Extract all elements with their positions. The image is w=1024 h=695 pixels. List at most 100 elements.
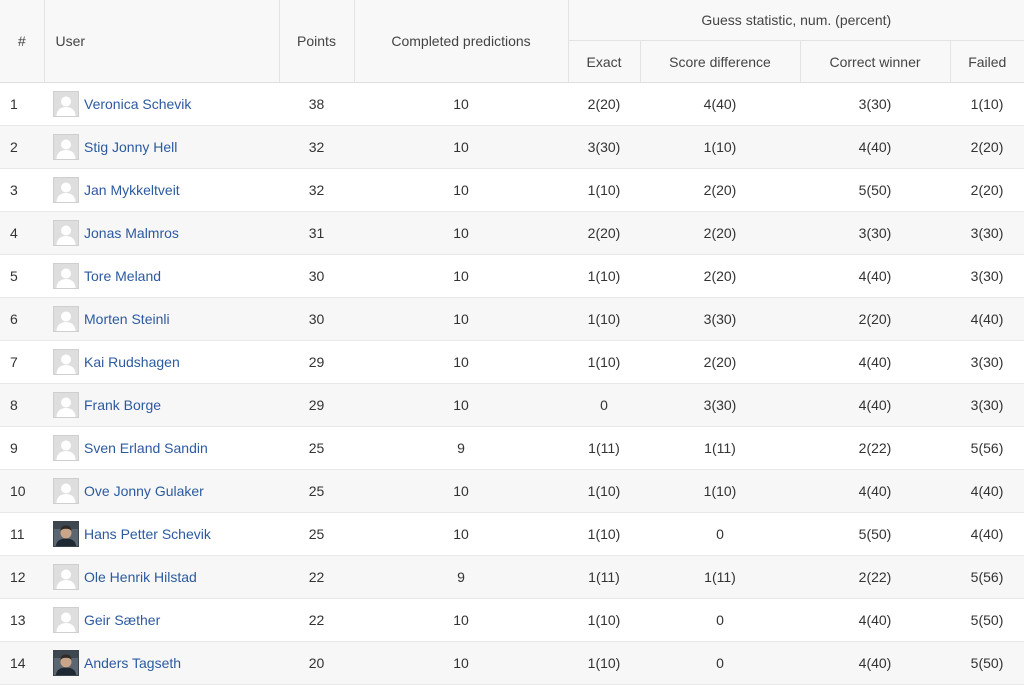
user-cell: Tore Meland	[44, 254, 279, 298]
completed-predictions-header: Completed predictions	[353, 0, 568, 83]
exact-cell: 1(11)	[568, 555, 640, 599]
avatar[interactable]	[53, 220, 79, 246]
table-row: 10 Ove Jonny Gulaker 25 10 1(10) 1(10) 4(40) 4(…	[0, 469, 1024, 513]
user-link[interactable]: Anders Tagseth	[84, 655, 181, 671]
user-cell: Jan Mykkeltveit	[44, 168, 279, 212]
avatar[interactable]	[53, 521, 79, 547]
user-link[interactable]: Veronica Schevik	[84, 96, 191, 112]
completed-predictions-cell: 10	[354, 598, 568, 642]
avatar[interactable]	[53, 134, 79, 160]
failed-cell: 4(40)	[950, 297, 1024, 341]
score-difference-cell: 0	[640, 598, 800, 642]
correct-winner-cell: 4(40)	[800, 340, 950, 384]
avatar[interactable]	[53, 263, 79, 289]
completed-predictions-cell: 10	[354, 297, 568, 341]
correct-winner-cell: 2(20)	[800, 297, 950, 341]
exact-cell: 1(10)	[568, 340, 640, 384]
score-difference-cell: 1(11)	[640, 426, 800, 470]
rank-cell: 4	[0, 211, 44, 255]
failed-cell: 2(20)	[950, 125, 1024, 169]
completed-predictions-cell: 10	[354, 82, 568, 126]
failed-cell: 4(40)	[950, 512, 1024, 556]
avatar[interactable]	[53, 177, 79, 203]
rank-cell: 12	[0, 555, 44, 599]
avatar[interactable]	[53, 306, 79, 332]
completed-predictions-cell: 10	[354, 469, 568, 513]
user-link[interactable]: Kai Rudshagen	[84, 354, 180, 370]
user-link[interactable]: Frank Borge	[84, 397, 161, 413]
failed-cell: 1(10)	[950, 82, 1024, 126]
user-cell: Morten Steinli	[44, 297, 279, 341]
failed-cell: 5(50)	[950, 641, 1024, 685]
points-cell: 32	[279, 168, 354, 212]
user-cell: Veronica Schevik	[44, 82, 279, 126]
completed-predictions-cell: 10	[354, 340, 568, 384]
guess-statistic-header: Guess statistic, num. (percent)	[567, 0, 1024, 41]
user-link[interactable]: Stig Jonny Hell	[84, 139, 177, 155]
user-cell: Frank Borge	[44, 383, 279, 427]
avatar[interactable]	[53, 91, 79, 117]
exact-cell: 1(10)	[568, 297, 640, 341]
table-row: 5 Tore Meland 30 10 1(10) 2(20) 4(40) 3(30)	[0, 254, 1024, 298]
rank-cell: 9	[0, 426, 44, 470]
rank-cell: 1	[0, 82, 44, 126]
avatar[interactable]	[53, 478, 79, 504]
rank-cell: 6	[0, 297, 44, 341]
failed-cell: 3(30)	[950, 211, 1024, 255]
rank-cell: 2	[0, 125, 44, 169]
completed-predictions-cell: 10	[354, 125, 568, 169]
user-link[interactable]: Jan Mykkeltveit	[84, 182, 180, 198]
user-link[interactable]: Ole Henrik Hilstad	[84, 569, 197, 585]
points-header: Points	[278, 0, 354, 83]
user-link[interactable]: Jonas Malmros	[84, 225, 179, 241]
score-difference-cell: 2(20)	[640, 340, 800, 384]
points-cell: 20	[279, 641, 354, 685]
avatar[interactable]	[53, 564, 79, 590]
completed-predictions-cell: 10	[354, 383, 568, 427]
user-cell: Anders Tagseth	[44, 641, 279, 685]
table-row: 7 Kai Rudshagen 29 10 1(10) 2(20) 4(40) 3(30)	[0, 340, 1024, 384]
exact-cell: 1(10)	[568, 254, 640, 298]
user-link[interactable]: Geir Sæther	[84, 612, 160, 628]
avatar[interactable]	[53, 607, 79, 633]
table-row: 13 Geir Sæther 22 10 1(10) 0 4(40) 5(50)	[0, 598, 1024, 642]
score-difference-cell: 3(30)	[640, 297, 800, 341]
user-link[interactable]: Morten Steinli	[84, 311, 170, 327]
score-difference-cell: 1(11)	[640, 555, 800, 599]
rank-cell: 3	[0, 168, 44, 212]
table-row: 3 Jan Mykkeltveit 32 10 1(10) 2(20) 5(50) 2(20)	[0, 168, 1024, 212]
user-cell: Stig Jonny Hell	[44, 125, 279, 169]
correct-winner-cell: 3(30)	[800, 82, 950, 126]
avatar[interactable]	[53, 650, 79, 676]
user-link[interactable]: Sven Erland Sandin	[84, 440, 208, 456]
user-link[interactable]: Tore Meland	[84, 268, 161, 284]
avatar[interactable]	[53, 435, 79, 461]
exact-cell: 3(30)	[568, 125, 640, 169]
rank-cell: 14	[0, 641, 44, 685]
completed-predictions-cell: 10	[354, 641, 568, 685]
rank-cell: 11	[0, 512, 44, 556]
table-row: 12 Ole Henrik Hilstad 22 9 1(11) 1(11) 2(22) 5(…	[0, 555, 1024, 599]
points-cell: 25	[279, 469, 354, 513]
user-link[interactable]: Ove Jonny Gulaker	[84, 483, 204, 499]
completed-predictions-cell: 9	[354, 555, 568, 599]
avatar[interactable]	[53, 392, 79, 418]
correct-winner-cell: 2(22)	[800, 555, 950, 599]
failed-cell: 3(30)	[950, 340, 1024, 384]
avatar[interactable]	[53, 349, 79, 375]
user-link[interactable]: Hans Petter Schevik	[84, 526, 211, 542]
points-cell: 38	[279, 82, 354, 126]
table-header: # User Points Completed predictions Gues…	[0, 0, 1024, 83]
score-difference-header: Score difference	[639, 40, 800, 83]
user-header: User	[43, 0, 279, 83]
score-difference-cell: 3(30)	[640, 383, 800, 427]
exact-cell: 1(10)	[568, 641, 640, 685]
completed-predictions-cell: 10	[354, 168, 568, 212]
table-row: 2 Stig Jonny Hell 32 10 3(30) 1(10) 4(40) 2(20)	[0, 125, 1024, 169]
user-cell: Ole Henrik Hilstad	[44, 555, 279, 599]
exact-header: Exact	[567, 40, 640, 83]
correct-winner-cell: 4(40)	[800, 125, 950, 169]
rank-cell: 8	[0, 383, 44, 427]
score-difference-cell: 2(20)	[640, 254, 800, 298]
points-cell: 25	[279, 512, 354, 556]
